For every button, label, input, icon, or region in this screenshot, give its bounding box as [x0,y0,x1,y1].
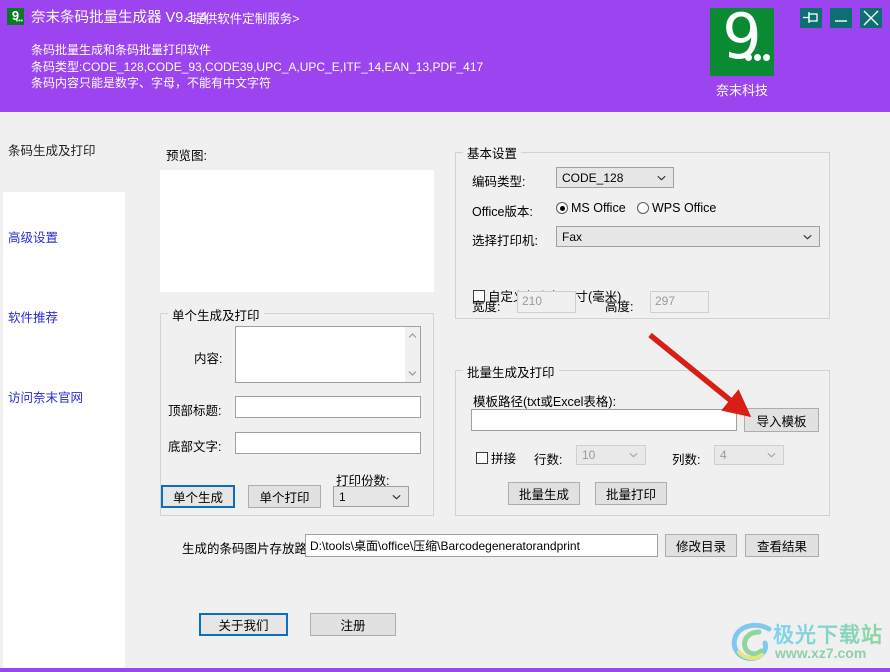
preview-image-area [160,170,434,292]
sidebar-header: 条码生成及打印 [8,144,96,158]
pin-button[interactable] [800,8,822,28]
height-input[interactable]: 297 [650,291,709,313]
batch-group-title: 批量生成及打印 [463,362,559,381]
single-generate-button[interactable]: 单个生成 [161,485,235,508]
radio-wps-office-label: WPS Office [652,201,717,215]
output-path-label: 生成的条码图片存放路径: [182,542,323,556]
template-path-input[interactable] [471,409,737,431]
width-value: 210 [522,294,543,308]
minimize-button[interactable] [830,8,852,28]
top-title-input[interactable] [235,396,421,418]
sidebar-item-visit-website[interactable]: 访问奈末官网 [8,387,83,406]
chevron-down-icon [392,494,401,499]
footer-accent-bar [0,668,890,672]
office-version-label: Office版本: [472,205,533,219]
chevron-down-icon [657,175,666,180]
app-title: 奈末条码批量生成器 V9.1.4 [31,10,208,26]
close-button[interactable] [860,8,882,28]
content-textarea[interactable] [235,326,421,383]
scroll-up-icon[interactable] [405,329,420,343]
chevron-down-icon [629,452,638,458]
description-line-1: 条码批量生成和条码批量打印软件 [31,43,212,57]
code-type-value: CODE_128 [562,170,624,185]
close-icon [863,10,879,26]
description-line-3: 条码内容只能是数字、字母，不能有中文字符 [31,76,272,90]
radio-ms-office-label: MS Office [571,201,626,215]
title-bar: 9 ••• 奈末条码批量生成器 V9.1.4 <提供软件定制服务> 条码批量生成… [0,0,890,112]
radio-ms-office[interactable]: MS Office [556,201,626,215]
description-line-2: 条码类型:CODE_128,CODE_93,CODE39,UPC_A,UPC_E… [31,59,484,74]
printer-label: 选择打印机: [472,234,538,248]
app-icon-dots: ••• [15,18,23,25]
scroll-down-icon[interactable] [405,366,420,380]
output-path-input[interactable]: D:\tools\桌面\office\压缩\Barcodegeneratoran… [305,534,658,557]
output-path-value: D:\tools\桌面\office\压缩\Barcodegeneratoran… [310,539,580,553]
batch-generate-button[interactable]: 批量生成 [508,482,580,505]
radio-dot-icon [637,202,649,214]
single-print-button[interactable]: 单个打印 [248,485,321,508]
code-type-combobox[interactable]: CODE_128 [556,167,674,188]
site-watermark: 极光下载站 www.xz7.com [729,619,884,667]
splice-label: 拼接 [491,452,517,466]
watermark-logo-icon [731,622,772,662]
rows-combobox[interactable]: 10 [576,445,646,465]
width-label: 宽度: [472,300,501,314]
preview-label: 预览图: [166,149,207,163]
splice-checkbox[interactable]: 拼接 [476,448,516,467]
change-directory-button[interactable]: 修改目录 [665,534,737,557]
template-path-label: 模板路径(txt或Excel表格): [473,395,617,409]
company-logo: 9 [710,8,774,76]
code-type-label: 编码类型: [472,175,526,189]
logo-dots-icon [743,50,770,64]
printer-combobox[interactable]: Fax [556,226,820,247]
radio-dot-icon [556,202,568,214]
content-label: 内容: [194,352,223,366]
app-icon: 9 ••• [7,8,24,25]
chevron-down-icon [803,234,812,239]
height-label: 高度: [605,300,634,314]
company-logo-caption: 奈末科技 [715,83,768,98]
sidebar-panel [3,192,125,669]
view-result-button[interactable]: 查看结果 [745,534,819,557]
cols-combobox[interactable]: 4 [714,445,784,465]
width-input[interactable]: 210 [517,291,576,313]
single-generate-group-title: 单个生成及打印 [168,305,264,324]
about-us-button[interactable]: 关于我们 [199,613,288,636]
top-title-label: 顶部标题: [168,404,222,418]
printer-value: Fax [562,229,583,244]
register-button[interactable]: 注册 [310,613,396,636]
content-scrollbar[interactable] [405,327,420,382]
app-description: 条码批量生成和条码批量打印软件 条码类型:CODE_128,CODE_93,CO… [31,42,483,92]
cols-label: 列数: [672,453,701,467]
pin-icon [803,12,818,23]
basic-settings-group-title: 基本设置 [463,143,522,162]
import-template-button[interactable]: 导入模板 [744,408,819,432]
batch-print-button[interactable]: 批量打印 [595,482,667,505]
radio-wps-office[interactable]: WPS Office [637,201,716,215]
rows-value: 10 [582,448,596,462]
rows-label: 行数: [534,453,563,467]
watermark-url: www.xz7.com [775,645,867,661]
app-subtitle: <提供软件定制服务> [185,12,300,26]
checkbox-icon [476,451,488,464]
sidebar-item-advanced-settings[interactable]: 高级设置 [8,227,58,246]
chevron-down-icon [767,452,776,458]
sidebar-item-software-recommend[interactable]: 软件推荐 [8,307,58,326]
height-value: 297 [655,294,676,308]
content-textarea-value [236,327,420,331]
bottom-text-label: 底部文字: [168,440,222,454]
copies-value: 1 [339,489,346,504]
cols-value: 4 [720,448,727,462]
minimize-icon [835,20,847,22]
copies-combobox[interactable]: 1 [333,486,409,507]
bottom-text-input[interactable] [235,432,421,454]
application-window: 9 ••• 奈末条码批量生成器 V9.1.4 <提供软件定制服务> 条码批量生成… [0,0,890,672]
